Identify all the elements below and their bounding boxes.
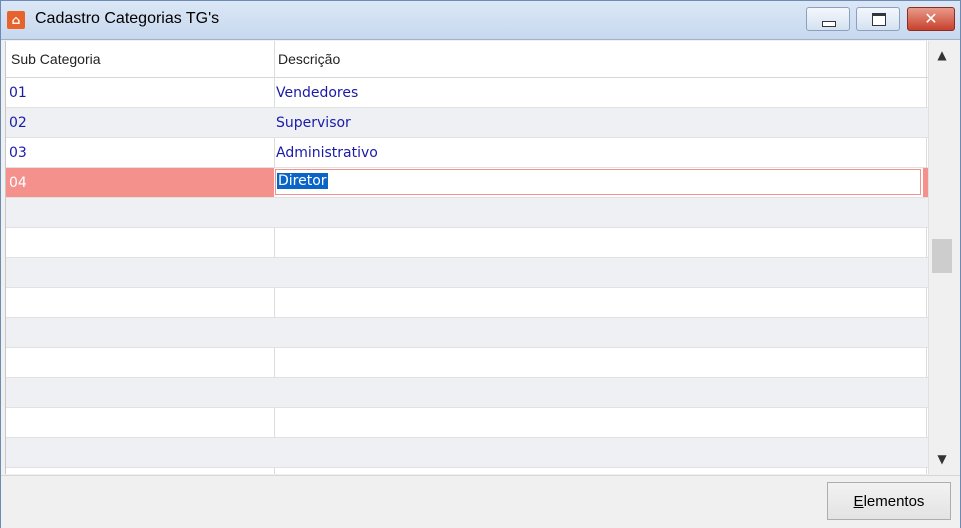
table-row-selected[interactable]: 04 Diretor <box>6 168 928 198</box>
cell-code[interactable]: 01 <box>9 85 27 101</box>
cell-description[interactable]: Supervisor <box>276 115 351 131</box>
close-icon: ✕ <box>924 9 938 28</box>
table-row-empty[interactable] <box>6 198 928 228</box>
categories-grid[interactable]: Sub Categoria Descrição 01 Vendedores 02… <box>5 41 928 474</box>
restore-icon <box>872 13 886 26</box>
title-bar[interactable]: ⌂ Cadastro Categorias TG's ✕ <box>1 1 960 40</box>
cell-code[interactable]: 04 <box>9 175 27 191</box>
elementos-button[interactable]: Elementos <box>827 482 951 520</box>
scroll-thumb[interactable] <box>932 239 952 273</box>
vertical-scrollbar[interactable]: ▲ ▼ <box>928 41 955 474</box>
scroll-up-icon[interactable]: ▲ <box>936 49 948 61</box>
cell-description[interactable]: Vendedores <box>276 85 358 101</box>
table-row-empty[interactable] <box>6 318 928 348</box>
restore-button[interactable] <box>856 7 900 31</box>
footer-panel: Elementos <box>1 475 960 528</box>
table-row-empty[interactable] <box>6 258 928 288</box>
table-row-empty[interactable] <box>6 378 928 408</box>
table-row[interactable]: 03 Administrativo <box>6 138 928 168</box>
table-row-empty[interactable] <box>6 408 928 438</box>
minimize-icon <box>822 21 836 27</box>
scroll-down-icon[interactable]: ▼ <box>936 453 948 465</box>
app-logo-icon: ⌂ <box>7 11 25 29</box>
minimize-button[interactable] <box>806 7 850 31</box>
description-edit-field[interactable]: Diretor <box>275 169 921 195</box>
table-row-empty[interactable] <box>6 438 928 468</box>
close-button[interactable]: ✕ <box>907 7 955 31</box>
window-title: Cadastro Categorias TG's <box>35 10 220 27</box>
table-row[interactable]: 01 Vendedores <box>6 78 928 108</box>
grid-header: Sub Categoria Descrição <box>6 41 928 78</box>
edit-field-selected-text[interactable]: Diretor <box>277 173 328 189</box>
main-window: ⌂ Cadastro Categorias TG's ✕ Sub Categor… <box>0 0 961 528</box>
table-row-empty[interactable] <box>6 348 928 378</box>
selected-row-highlight: 04 <box>6 168 274 197</box>
cell-code[interactable]: 03 <box>9 145 27 161</box>
cell-description[interactable]: Administrativo <box>276 145 378 161</box>
table-row[interactable]: 02 Supervisor <box>6 108 928 138</box>
table-row-empty[interactable] <box>6 288 928 318</box>
table-row-empty[interactable] <box>6 228 928 258</box>
column-header-descricao[interactable]: Descrição <box>278 51 340 67</box>
elementos-label-rest: lementos <box>863 493 925 510</box>
cell-code[interactable]: 02 <box>9 115 27 131</box>
elementos-mnemonic: E <box>853 493 864 510</box>
column-header-sub-categoria[interactable]: Sub Categoria <box>11 51 101 67</box>
